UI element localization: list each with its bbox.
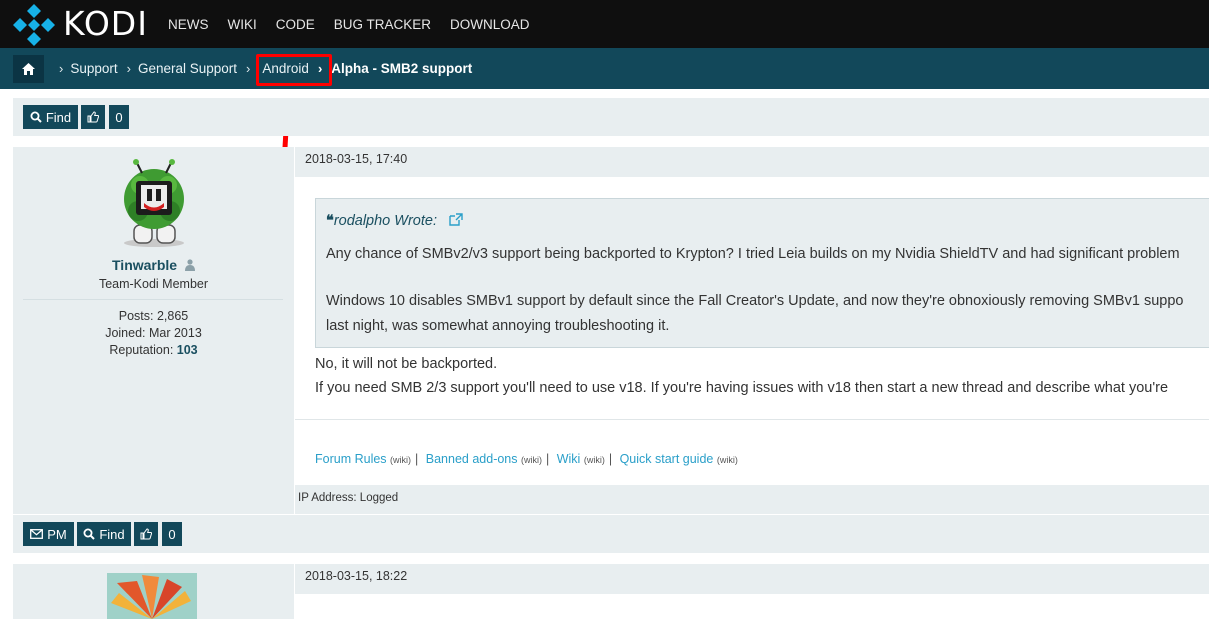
quote-header: ❝rodalpho Wrote: — [326, 213, 463, 229]
search-icon — [30, 111, 42, 123]
thumbs-up-icon — [87, 111, 99, 123]
chevron-right-icon: › — [246, 61, 251, 76]
find-button[interactable]: Find — [77, 522, 131, 546]
post-date[interactable]: 2018-03-15, 17:40 — [305, 152, 407, 166]
nav-code[interactable]: CODE — [276, 17, 315, 32]
post-author-panel — [13, 564, 294, 619]
breadcrumb-bar: › Support › General Support › Android › … — [0, 48, 1209, 89]
external-link-icon[interactable] — [449, 213, 463, 226]
quote-author: rodalpho Wrote: — [333, 213, 437, 229]
sig-link-quick-start[interactable]: Quick start guide — [620, 452, 714, 466]
post-header: 2018-03-15, 17:40 — [295, 147, 1209, 177]
post-header: 2018-03-15, 18:22 — [295, 564, 1209, 594]
brand-name[interactable]: KODI — [63, 4, 148, 44]
post-toolbar — [13, 515, 1209, 553]
like-count: 0 — [109, 105, 129, 129]
breadcrumb-current-thread: Alpha - SMB2 support — [331, 61, 473, 76]
post-body-line: If you need SMB 2/3 support you'll need … — [315, 380, 1169, 396]
avatar[interactable] — [116, 159, 192, 247]
envelope-icon — [30, 529, 44, 539]
sig-link-wiki[interactable]: Wiki — [557, 452, 581, 466]
kodi-logo-icon[interactable] — [13, 4, 55, 46]
nav-bug-tracker[interactable]: BUG TRACKER — [334, 17, 431, 32]
divider — [23, 299, 283, 300]
breadcrumb-support[interactable]: Support — [70, 61, 117, 76]
chevron-right-icon: › — [59, 61, 64, 76]
like-button[interactable] — [81, 105, 105, 129]
like-count: 0 — [162, 522, 182, 546]
top-navbar: KODI NEWS WIKI CODE BUG TRACKER DOWNLOAD — [0, 0, 1209, 48]
post-date[interactable]: 2018-03-15, 18:22 — [305, 569, 407, 583]
ip-address: IP Address: Logged — [298, 492, 399, 504]
search-icon — [83, 528, 96, 540]
author-posts: Posts: 2,865 — [118, 309, 189, 323]
home-icon — [22, 63, 35, 75]
home-button[interactable] — [13, 55, 44, 83]
author-joined: Joined: Mar 2013 — [105, 326, 202, 340]
quote-text-line: Any chance of SMBv2/v3 support being bac… — [326, 246, 1180, 262]
highlight-annotation-box — [256, 54, 332, 86]
user-offline-icon — [184, 259, 195, 271]
post-ip-bar: IP Address: Logged — [295, 485, 1209, 514]
author-name-row: Tinwarble — [13, 257, 294, 273]
quote-mark-icon: ❝ — [326, 213, 334, 229]
sig-link-forum-rules[interactable]: Forum Rules — [315, 452, 387, 466]
nav-download[interactable]: DOWNLOAD — [450, 17, 530, 32]
reputation-value[interactable]: 103 — [177, 343, 198, 357]
post-author-panel: Tinwarble Team-Kodi Member Posts: 2,865 … — [13, 147, 294, 514]
like-button[interactable] — [134, 522, 158, 546]
avatar[interactable] — [107, 573, 197, 619]
pm-button[interactable]: PM — [23, 522, 74, 546]
post-quote: ❝rodalpho Wrote: Any chance of SMBv2/v3 … — [315, 198, 1209, 348]
post-signature: Forum Rules (wiki) | Banned add-ons (wiki… — [315, 452, 738, 466]
main-nav: NEWS WIKI CODE BUG TRACKER DOWNLOAD — [168, 0, 549, 48]
nav-wiki[interactable]: WIKI — [228, 17, 257, 32]
author-role: Team-Kodi Member — [98, 277, 209, 291]
breadcrumb-general-support[interactable]: General Support — [138, 61, 237, 76]
thumbs-up-icon — [140, 528, 152, 540]
thread-toolbar — [13, 98, 1209, 136]
find-button[interactable]: Find — [23, 105, 78, 129]
nav-news[interactable]: NEWS — [168, 17, 209, 32]
author-stats: Posts: 2,865 Joined: Mar 2013 Reputation… — [13, 308, 294, 359]
chevron-right-icon: › — [126, 61, 131, 76]
author-name[interactable]: Tinwarble — [112, 257, 177, 273]
author-reputation: Reputation: 103 — [109, 343, 198, 357]
divider — [295, 419, 1209, 420]
sig-link-banned-addons[interactable]: Banned add-ons — [426, 452, 518, 466]
post-body-line: No, it will not be backported. — [315, 356, 498, 372]
quote-text-line: Windows 10 disables SMBv1 support by def… — [326, 293, 1184, 309]
quote-text-line: last night, was somewhat annoying troubl… — [326, 318, 670, 334]
